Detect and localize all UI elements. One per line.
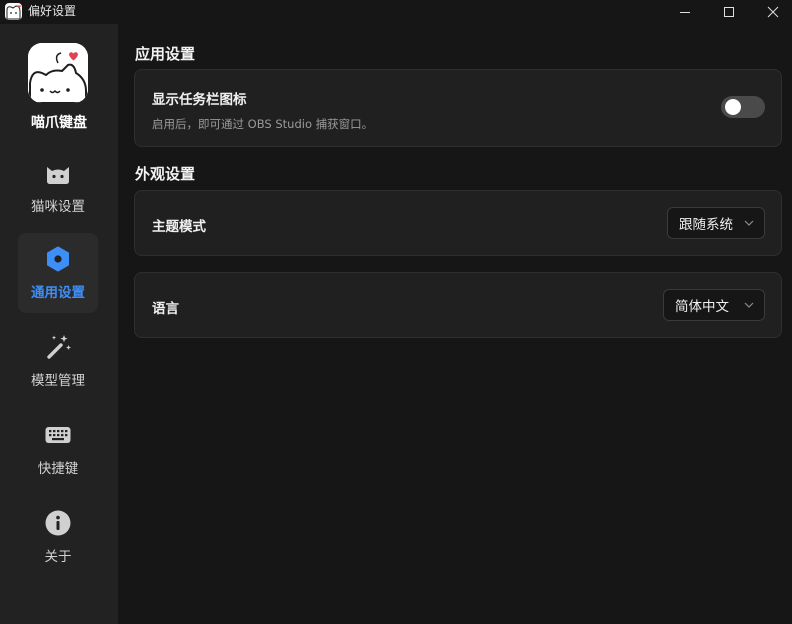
minimize-button[interactable] (662, 0, 708, 24)
title-bar: 偏好设置 (0, 0, 792, 24)
theme-mode-select[interactable]: 跟随系统 (667, 207, 765, 239)
language-select[interactable]: 简体中文 (663, 289, 765, 321)
taskbar-icon-toggle[interactable] (721, 96, 765, 118)
sidebar-item-label: 模型管理 (31, 373, 85, 389)
taskbar-icon-title: 显示任务栏图标 (152, 92, 247, 108)
sidebar: 喵爪键盘 猫咪设置 通用设置 模型管理 快捷键 关于 (0, 24, 118, 624)
language-value: 简体中文 (675, 299, 729, 315)
close-button[interactable] (750, 0, 792, 24)
sidebar-item-label: 关于 (44, 549, 72, 565)
preferences-window: 偏好设置 喵爪键盘 猫咪设置 通用设置 模型管理 快捷键 关于 应用设置 显示任… (0, 0, 792, 624)
maximize-button[interactable] (706, 0, 752, 24)
theme-mode-label: 主题模式 (152, 219, 206, 235)
taskbar-icon-description: 启用后，即可通过 OBS Studio 捕获窗口。 (152, 117, 374, 131)
magic-wand-icon (44, 333, 72, 361)
language-card: 语言 简体中文 (134, 272, 782, 338)
sidebar-item-model-management[interactable]: 模型管理 (18, 321, 98, 401)
section-title-app-settings: 应用设置 (135, 45, 196, 63)
app-logo (28, 43, 88, 103)
chevron-down-icon (744, 302, 754, 308)
chevron-down-icon (744, 220, 754, 226)
minimize-icon (680, 12, 690, 13)
sidebar-item-label: 通用设置 (31, 285, 85, 301)
app-icon (5, 3, 22, 20)
app-name: 喵爪键盘 (31, 115, 87, 131)
theme-mode-card: 主题模式 跟随系统 (134, 190, 782, 256)
window-title: 偏好设置 (28, 4, 77, 18)
cat-icon (44, 159, 72, 187)
taskbar-icon-card: 显示任务栏图标 启用后，即可通过 OBS Studio 捕获窗口。 (134, 69, 782, 147)
close-icon (767, 6, 779, 18)
sidebar-item-shortcuts[interactable]: 快捷键 (18, 409, 98, 489)
language-label: 语言 (152, 301, 179, 317)
hexagon-settings-icon (44, 245, 72, 273)
theme-mode-value: 跟随系统 (679, 217, 733, 233)
sidebar-item-general-settings[interactable]: 通用设置 (18, 233, 98, 313)
keyboard-icon (44, 421, 72, 449)
section-title-appearance: 外观设置 (135, 165, 196, 183)
maximize-icon (724, 7, 734, 17)
sidebar-item-label: 猫咪设置 (31, 199, 85, 215)
info-icon (44, 509, 72, 537)
sidebar-item-about[interactable]: 关于 (18, 497, 98, 577)
toggle-knob (725, 99, 741, 115)
sidebar-item-cat-settings[interactable]: 猫咪设置 (18, 147, 98, 227)
sidebar-item-label: 快捷键 (37, 461, 79, 477)
